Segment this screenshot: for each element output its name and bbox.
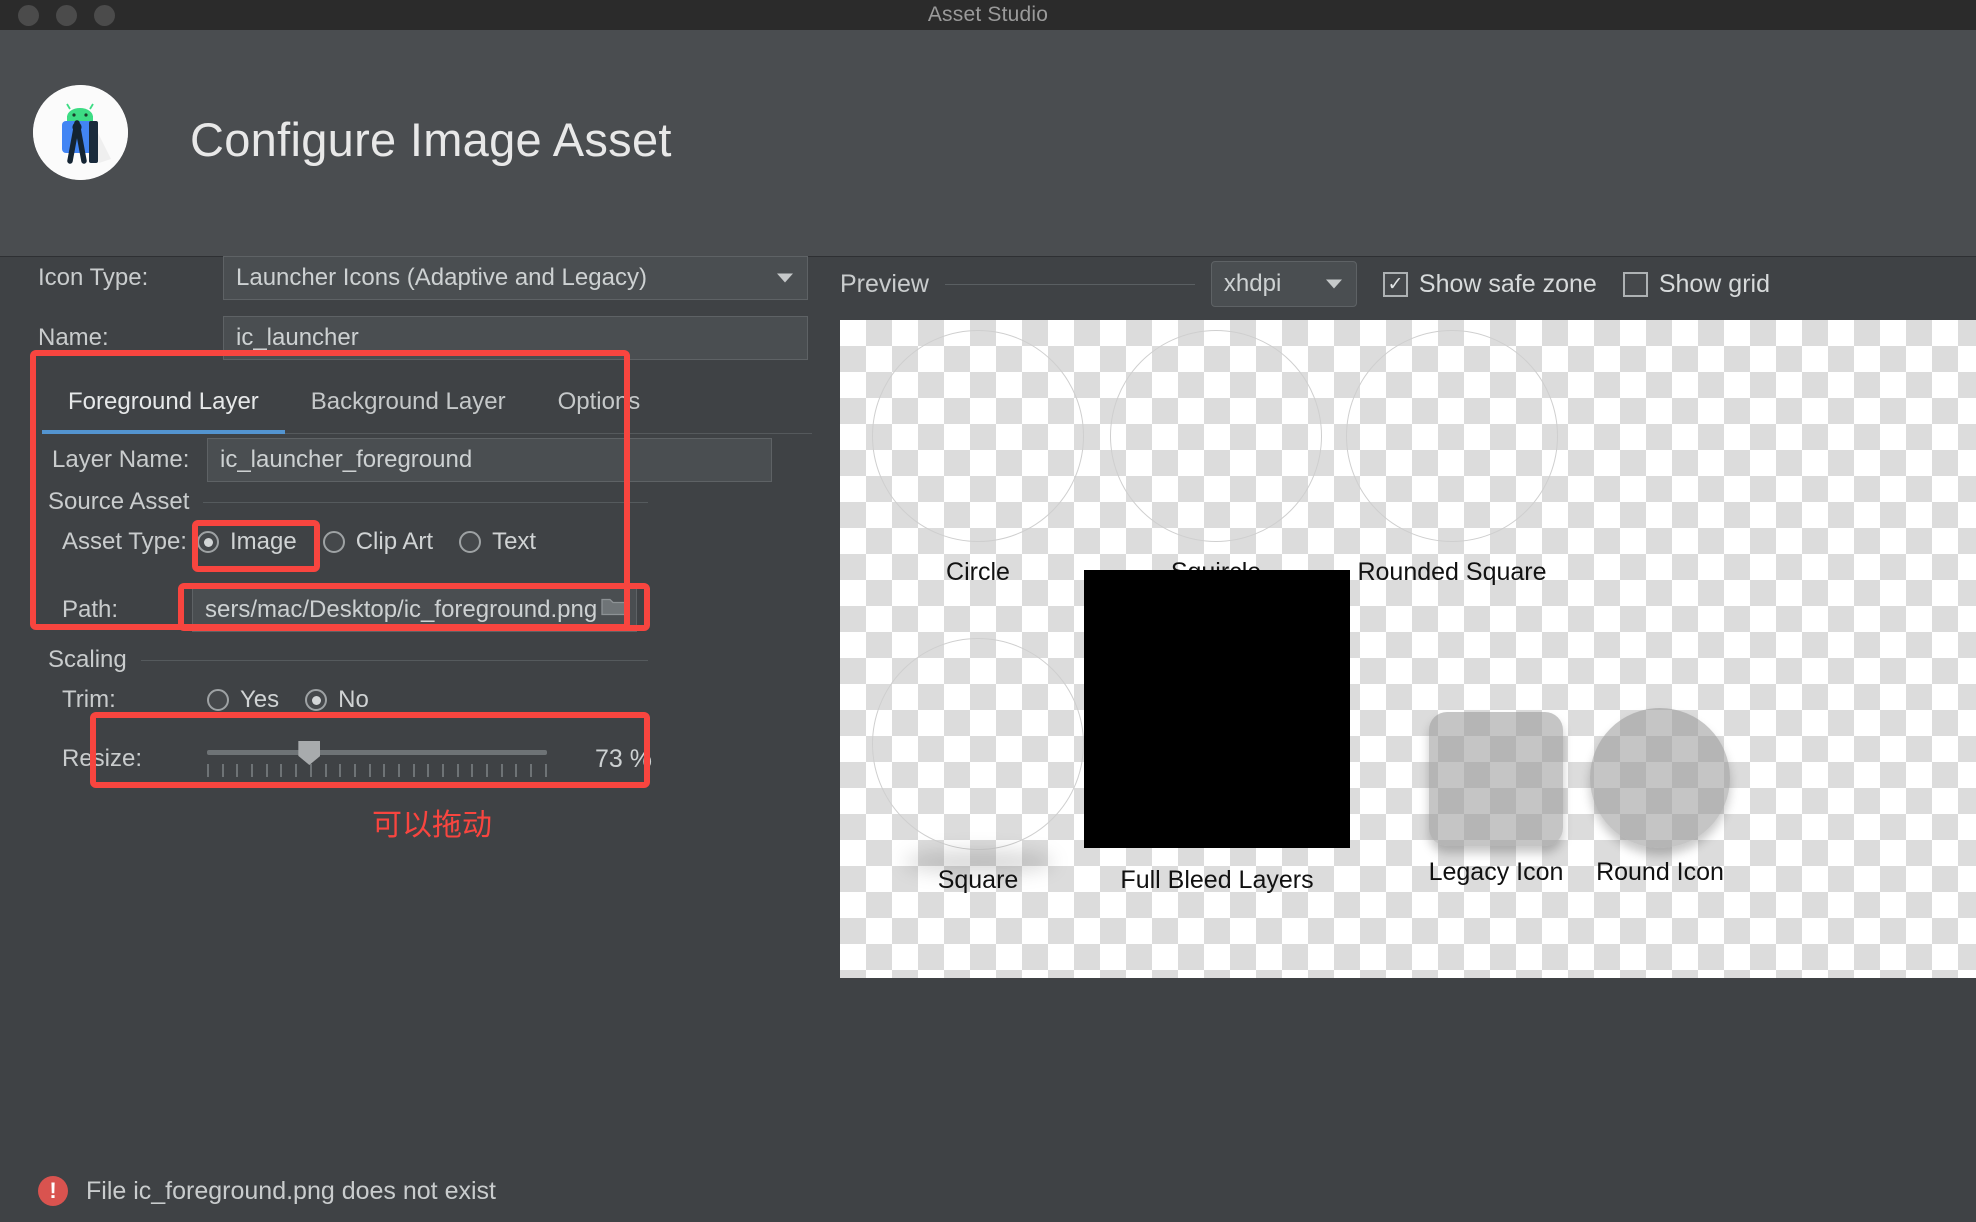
name-label: Name:: [38, 324, 109, 351]
preview-header: Preview xhdpi ✓ Show safe zone Show grid: [840, 258, 1976, 310]
slider-track: [207, 750, 547, 755]
name-row: Name: ic_launcher: [38, 316, 808, 360]
path-label: Path:: [62, 596, 119, 623]
layer-tabs: Foreground Layer Background Layer Option…: [42, 378, 812, 434]
source-asset-title: Source Asset: [48, 488, 190, 515]
error-message: File ic_foreground.png does not exist: [86, 1176, 496, 1205]
resize-slider[interactable]: [207, 736, 547, 782]
source-asset-group: Source Asset: [48, 488, 648, 516]
preview-pane: Preview xhdpi ✓ Show safe zone Show grid: [840, 258, 1976, 1222]
checkbox-indicator-icon: [1622, 271, 1648, 297]
tile-label: Full Bleed Layers: [1120, 866, 1314, 894]
preview-tile-full-bleed: Full Bleed Layers: [1084, 570, 1350, 894]
preview-tile-rounded-square: Rounded Square: [1332, 330, 1572, 586]
source-asset-divider: [203, 501, 648, 503]
window-titlebar: Asset Studio: [0, 0, 1976, 30]
radio-indicator-icon: [459, 531, 482, 553]
icon-type-value: Launcher Icons (Adaptive and Legacy): [236, 264, 647, 291]
window-title: Asset Studio: [927, 3, 1049, 26]
chevron-down-icon: [777, 273, 793, 283]
dialog-header: Configure Image Asset: [0, 30, 1976, 257]
page-title: Configure Image Asset: [190, 113, 672, 166]
radio-indicator-icon: [322, 531, 345, 553]
trim-no-label: No: [338, 686, 369, 713]
scaling-group: Scaling: [48, 646, 648, 674]
android-studio-icon: [33, 85, 128, 180]
show-grid-checkbox[interactable]: Show grid: [1622, 269, 1770, 299]
preview-label: Preview: [840, 269, 929, 298]
preview-tile-squircle: Squircle: [1096, 330, 1336, 586]
layer-name-input[interactable]: ic_launcher_foreground: [207, 438, 772, 482]
preview-tile-round-icon: Round Icon: [1540, 708, 1780, 886]
preview-tile-square: Square: [858, 638, 1098, 894]
radio-indicator-icon: [305, 689, 328, 711]
trim-radio-group: Yes No: [207, 686, 369, 714]
trim-yes-label: Yes: [240, 686, 280, 713]
icon-type-label: Icon Type:: [38, 264, 149, 291]
checkbox-indicator-icon: ✓: [1382, 271, 1408, 297]
asset-studio-window: Asset Studio Configure Image Asset Icon …: [0, 0, 1976, 1222]
radio-indicator-icon: [197, 531, 219, 553]
folder-icon[interactable]: [600, 596, 628, 625]
asset-type-radio-group: Image Clip Art Text: [197, 528, 536, 556]
preview-tile-circle: Circle: [858, 330, 1098, 586]
scaling-divider: [140, 659, 648, 661]
asset-type-clipart-label: Clip Art: [355, 528, 434, 555]
tab-options[interactable]: Options: [532, 378, 667, 434]
density-value: xhdpi: [1223, 270, 1282, 297]
show-safe-zone-label: Show safe zone: [1418, 269, 1597, 298]
tile-label: Circle: [946, 558, 1010, 586]
dialog-body: Icon Type: Launcher Icons (Adaptive and …: [0, 256, 1976, 1222]
show-safe-zone-checkbox[interactable]: ✓ Show safe zone: [1382, 269, 1597, 299]
radio-indicator-icon: [207, 689, 229, 711]
show-grid-label: Show grid: [1658, 269, 1770, 298]
trim-yes-radio[interactable]: Yes: [207, 686, 279, 714]
resize-row: Resize: 73 %: [62, 736, 652, 782]
path-value: sers/mac/Desktop/ic_foreground.png: [205, 596, 598, 623]
slider-thumb[interactable]: [298, 741, 321, 765]
asset-type-text-label: Text: [492, 528, 537, 555]
trim-label: Trim:: [62, 686, 116, 713]
tile-label: Square: [937, 866, 1019, 894]
icon-type-row: Icon Type: Launcher Icons (Adaptive and …: [38, 256, 808, 300]
round-icon-shape-icon: [1590, 708, 1730, 848]
square-shape-icon: [872, 638, 1084, 850]
squircle-shape-icon: [1110, 330, 1322, 542]
path-input[interactable]: sers/mac/Desktop/ic_foreground.png: [192, 588, 637, 632]
preview-canvas: Circle Squircle Rounded Square Square: [840, 320, 1976, 978]
asset-type-clipart-radio[interactable]: Clip Art: [322, 528, 434, 556]
tab-background-layer[interactable]: Background Layer: [285, 378, 532, 434]
error-icon: !: [38, 1176, 68, 1206]
asset-type-row: Asset Type: Image Clip Art Text: [62, 528, 536, 556]
full-bleed-shape-icon: [1084, 570, 1350, 848]
trim-row: Trim: Yes No: [62, 686, 369, 714]
icon-type-select[interactable]: Launcher Icons (Adaptive and Legacy): [223, 256, 808, 300]
circle-shape-icon: [872, 330, 1084, 542]
asset-type-image-radio[interactable]: Image: [197, 528, 297, 556]
asset-type-image-label: Image: [230, 528, 297, 555]
tab-foreground-layer[interactable]: Foreground Layer: [42, 378, 285, 434]
rounded-square-shape-icon: [1346, 330, 1558, 542]
trim-no-radio[interactable]: No: [305, 686, 369, 714]
path-row: Path: sers/mac/Desktop/ic_foreground.png: [62, 588, 637, 632]
resize-value: 73 %: [595, 744, 652, 773]
tile-label: Round Icon: [1596, 858, 1724, 886]
resize-label: Resize:: [62, 745, 143, 772]
layer-name-row: Layer Name: ic_launcher_foreground: [52, 438, 772, 482]
preview-divider: [944, 283, 1195, 285]
scaling-title: Scaling: [48, 646, 127, 673]
configuration-form: Icon Type: Launcher Icons (Adaptive and …: [0, 256, 830, 1222]
density-select[interactable]: xhdpi: [1210, 261, 1357, 307]
status-bar: ! File ic_foreground.png does not exist: [0, 1160, 830, 1222]
layer-name-label: Layer Name:: [52, 446, 190, 473]
asset-type-label: Asset Type:: [62, 528, 187, 555]
chevron-down-icon: [1325, 279, 1342, 289]
annotation-note: 可以拖动: [372, 808, 492, 843]
name-input[interactable]: ic_launcher: [223, 316, 808, 360]
asset-type-text-radio[interactable]: Text: [459, 528, 536, 556]
tile-label: Rounded Square: [1357, 558, 1547, 586]
slider-ticks: [207, 764, 547, 780]
